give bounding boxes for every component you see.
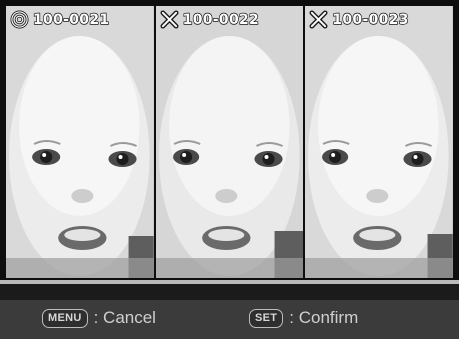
frame-row: 100-0021 100-0022 100-0023	[6, 6, 454, 278]
x-icon	[160, 10, 179, 29]
image-frame-2[interactable]: 100-0022	[155, 6, 304, 278]
set-key-badge[interactable]: SET	[249, 308, 284, 328]
confirm-label: : Confirm	[289, 308, 359, 327]
baby-photo-1	[6, 6, 154, 278]
baby-photo-2	[155, 6, 304, 278]
frame-label-3: 100-0023	[309, 10, 410, 29]
file-number: 100-0021	[32, 11, 110, 28]
baby-photo-3	[305, 6, 454, 278]
camera-lcd-screen: 100-0021 100-0022 100-0023 MENU: Cancel…	[0, 0, 459, 339]
x-icon	[309, 10, 328, 29]
image-frame-3[interactable]: 100-0023	[305, 6, 454, 278]
file-number: 100-0023	[332, 11, 410, 28]
control-hint-bar: MENU : Cancel SET : Confirm	[0, 284, 459, 339]
cancel-hint[interactable]: MENU : Cancel	[42, 308, 156, 328]
image-comparison-strip: 100-0021 100-0022 100-0023	[0, 0, 459, 284]
confirm-hint[interactable]: SET : Confirm	[249, 308, 358, 328]
frame-label-1: 100-0021	[10, 10, 110, 29]
image-frame-1[interactable]: 100-0021	[6, 6, 154, 278]
cancel-label: : Cancel	[93, 308, 156, 327]
circle-icon	[10, 10, 29, 29]
file-number: 100-0022	[182, 11, 260, 28]
frame-label-2: 100-0022	[160, 10, 259, 29]
menu-key-badge[interactable]: MENU	[42, 308, 88, 328]
